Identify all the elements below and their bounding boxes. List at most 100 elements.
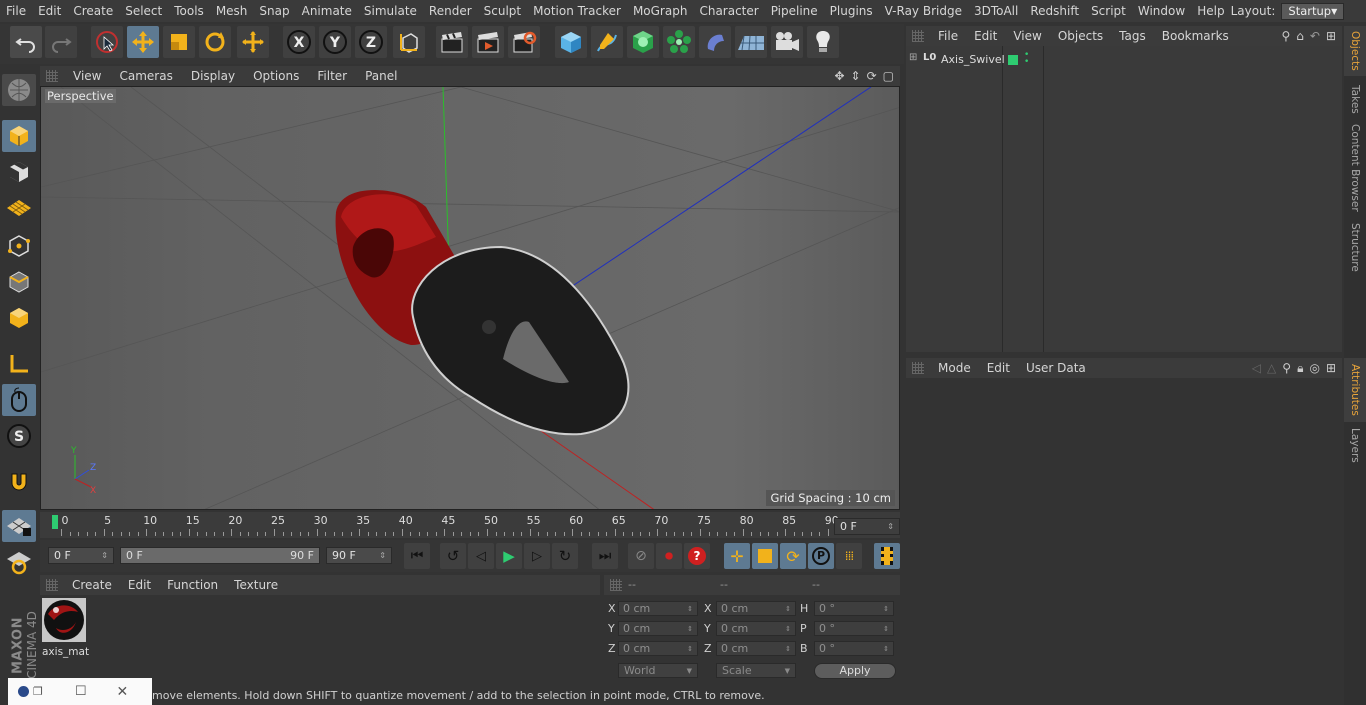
menu-help[interactable]: Help	[1191, 4, 1230, 18]
panel-grip-icon[interactable]	[46, 70, 58, 82]
subdivision-surface-button[interactable]	[627, 26, 659, 58]
menu-animate[interactable]: Animate	[296, 4, 358, 18]
tab-attributes[interactable]: Attributes	[1344, 358, 1366, 422]
panel-grip-icon[interactable]	[46, 579, 58, 591]
texture-mode-button[interactable]	[2, 156, 36, 188]
arrow-left-icon[interactable]: ◁	[1249, 361, 1264, 375]
menu-sculpt[interactable]: Sculpt	[478, 4, 527, 18]
recent-tool-button[interactable]	[237, 26, 269, 58]
attributes-menu-mode[interactable]: Mode	[930, 361, 979, 375]
objects-menu-tags[interactable]: Tags	[1111, 29, 1154, 43]
viewport-menu-display[interactable]: Display	[182, 69, 244, 83]
viewport-menu-panel[interactable]: Panel	[356, 69, 406, 83]
menu-snap[interactable]: Snap	[253, 4, 295, 18]
goto-end-button[interactable]: ⏭	[592, 543, 618, 569]
snapping-button[interactable]: S	[2, 420, 36, 452]
coordinate-system-button[interactable]	[393, 26, 425, 58]
maximize-window-icon[interactable]: ☐	[75, 684, 87, 699]
goto-start-button[interactable]: ⏮	[404, 543, 430, 569]
model-mode-button[interactable]	[2, 120, 36, 152]
make-editable-button[interactable]	[2, 74, 36, 106]
autokey-button[interactable]: ⏺	[656, 543, 682, 569]
redo-button[interactable]	[45, 26, 77, 58]
back-icon[interactable]: ↶	[1307, 29, 1323, 43]
rotate-tool-button[interactable]	[199, 26, 231, 58]
deformer-button[interactable]	[699, 26, 731, 58]
live-selection-button[interactable]	[91, 26, 123, 58]
arrow-up-icon[interactable]: △	[1264, 361, 1279, 375]
menu-window[interactable]: Window	[1132, 4, 1191, 18]
viewport-menu-cameras[interactable]: Cameras	[110, 69, 181, 83]
minimized-window-tab[interactable]: ❐ ☐ ✕	[8, 678, 152, 705]
layout-select[interactable]: Startup ▼	[1281, 2, 1345, 20]
coordinate-field[interactable]: 0 ° ⇕	[814, 621, 894, 636]
render-view-button[interactable]	[436, 26, 468, 58]
workplane-lock-button[interactable]	[2, 510, 36, 542]
next-frame-button[interactable]: ▷	[524, 543, 550, 569]
menu-simulate[interactable]: Simulate	[358, 4, 423, 18]
restore-window-icon[interactable]: ❐	[33, 685, 43, 698]
key-position-button[interactable]: ✛	[724, 543, 750, 569]
prev-key-button[interactable]: ↺	[440, 543, 466, 569]
start-frame-field[interactable]: 0 F ⇕	[48, 547, 114, 564]
objects-menu-edit[interactable]: Edit	[966, 29, 1005, 43]
end-frame-field[interactable]: 90 F ⇕	[326, 547, 392, 564]
menu-redshift[interactable]: Redshift	[1024, 4, 1085, 18]
menu-vray-bridge[interactable]: V-Ray Bridge	[879, 4, 968, 18]
prev-frame-button[interactable]: ◁	[468, 543, 494, 569]
key-rotation-button[interactable]: ⟳	[780, 543, 806, 569]
tab-structure[interactable]: Structure	[1344, 218, 1366, 276]
viewport-zoom-icon[interactable]: ⇕	[848, 69, 864, 83]
coordinate-field[interactable]: 0 cm ⇕	[618, 641, 698, 656]
viewport-move-icon[interactable]: ✥	[831, 69, 847, 83]
tab-objects[interactable]: Objects	[1344, 26, 1366, 76]
axis-mode-button[interactable]	[2, 348, 36, 380]
scale-tool-button[interactable]	[163, 26, 195, 58]
object-row[interactable]: ⊞ L0 Axis_Swivel • •	[906, 51, 1342, 68]
menu-tools[interactable]: Tools	[168, 4, 210, 18]
coordinate-space-select[interactable]: World ▼	[618, 663, 698, 678]
menu-edit[interactable]: Edit	[32, 4, 67, 18]
workplane-mode-button[interactable]	[2, 192, 36, 224]
play-button[interactable]: ▶	[496, 543, 522, 569]
material-menu-create[interactable]: Create	[64, 578, 120, 592]
frame-range-slider[interactable]: 0 F 90 F	[120, 547, 320, 564]
tab-content-browser[interactable]: Content Browser	[1344, 122, 1366, 214]
apply-button[interactable]: Apply	[814, 663, 896, 679]
viewport-menu-filter[interactable]: Filter	[308, 69, 356, 83]
cloner-button[interactable]	[663, 26, 695, 58]
key-parameter-button[interactable]: P	[808, 543, 834, 569]
tweak-mode-button[interactable]	[2, 384, 36, 416]
y-axis-button[interactable]: Y	[319, 26, 351, 58]
quantize-button[interactable]	[2, 546, 36, 578]
expand-plus-icon[interactable]: ⊞	[909, 52, 917, 63]
magnet-button[interactable]	[2, 466, 36, 498]
menu-file[interactable]: File	[0, 4, 32, 18]
menu-mograph[interactable]: MoGraph	[627, 4, 694, 18]
light-button[interactable]	[807, 26, 839, 58]
search-icon[interactable]: ⚲	[1279, 361, 1294, 375]
menu-character[interactable]: Character	[693, 4, 764, 18]
viewport-maximize-icon[interactable]: ▢	[880, 69, 900, 83]
menu-mesh[interactable]: Mesh	[210, 4, 254, 18]
move-tool-button[interactable]	[127, 26, 159, 58]
attributes-menu-edit[interactable]: Edit	[979, 361, 1018, 375]
timeline-ruler[interactable]: 0 5 10 15 20 25 30 35 40 45 50 55 60 65 70 75 80 85 90 0 F…	[40, 512, 900, 538]
material-menu-texture[interactable]: Texture	[226, 578, 286, 592]
object-name[interactable]: Axis_Swivel	[941, 53, 1005, 66]
viewport-rotate-icon[interactable]: ⟳	[864, 69, 880, 83]
menu-render[interactable]: Render	[423, 4, 478, 18]
record-keys-button[interactable]: ⊘	[628, 543, 654, 569]
key-selection-button[interactable]: ?	[684, 543, 710, 569]
current-frame-field[interactable]: 0 F ⇕	[834, 518, 900, 535]
coordinate-field[interactable]: 0 cm ⇕	[716, 641, 796, 656]
coordinate-field[interactable]: 0 cm ⇕	[716, 601, 796, 616]
edges-mode-button[interactable]	[2, 266, 36, 298]
z-axis-button[interactable]: Z	[355, 26, 387, 58]
coordinate-mode-select[interactable]: Scale ▼	[716, 663, 796, 678]
render-to-picture-viewer-button[interactable]	[472, 26, 504, 58]
panel-grip-icon[interactable]	[610, 579, 622, 591]
home-icon[interactable]: ⌂	[1293, 29, 1307, 43]
pen-spline-button[interactable]	[591, 26, 623, 58]
x-axis-button[interactable]: X	[283, 26, 315, 58]
